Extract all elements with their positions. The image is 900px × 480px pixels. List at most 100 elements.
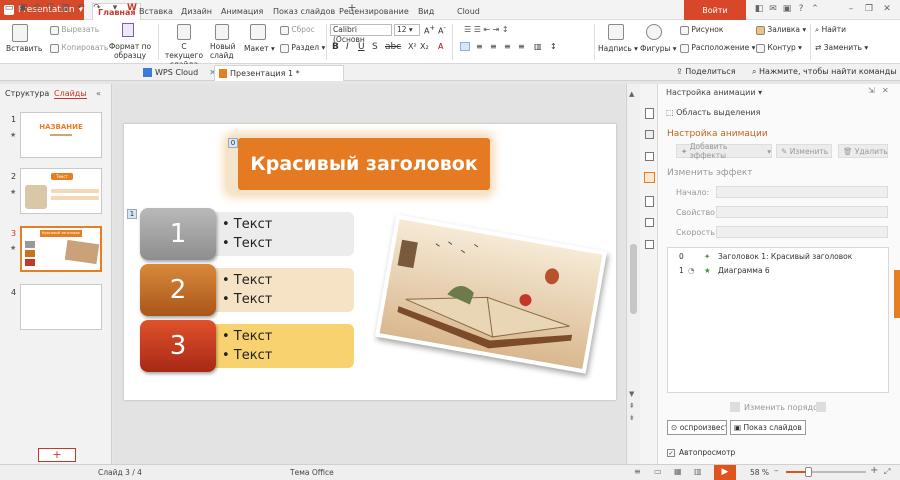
close-icon[interactable]: ✕ [882,4,892,14]
vertical-scrollbar[interactable]: ▲ ▼ ⇞ ⇟ [626,84,640,464]
arrange-button[interactable]: Расположение ▾ [680,43,755,53]
change-button[interactable]: ✎ Изменить [776,144,832,158]
slide[interactable]: Красивый заголовок 0 1 • Текст • Текст 1 … [124,124,616,400]
share-button[interactable]: ⇪ Поделиться [676,67,736,76]
new-slide-button[interactable]: Новый слайд [210,42,238,60]
section-button[interactable]: Раздел ▾ [280,43,325,53]
help-icon[interactable]: ? [796,4,806,14]
underline-icon[interactable]: U [358,42,365,52]
slide-thumbnail-3[interactable]: Красивый заголовок [20,226,102,272]
tab-slides[interactable]: Слайды [54,89,87,99]
close-pane-icon[interactable]: « [96,89,101,98]
find-button[interactable]: ⌕ Найти [815,25,846,34]
minimize-icon[interactable]: – [846,4,856,14]
property-select[interactable] [716,206,888,218]
bullets-icon[interactable]: ☰ ☰ ⇤ ⇥ ↕ [464,25,509,34]
tab-structure[interactable]: Структура [5,89,49,98]
tab-design[interactable]: Дизайн [176,3,217,20]
animation-item[interactable]: Диаграмма 6 [718,266,770,275]
reading-view-icon[interactable]: ▥ [694,467,702,476]
backup-icon[interactable] [645,240,654,249]
font-size-select[interactable]: 12 ▾ [394,24,420,36]
skin-icon[interactable]: ◧ [754,4,764,14]
strikethrough-icon[interactable]: abc [385,42,401,52]
scroll-down-icon[interactable]: ▼ [629,390,634,398]
chevron-down-icon[interactable]: ▾ [110,3,120,13]
pin-icon[interactable]: ⇲ [868,86,875,95]
zoom-slider-thumb[interactable] [805,467,812,477]
text-direction-icon[interactable]: ↕ [550,42,557,51]
play-button[interactable]: ⊙ оспроизвест [667,420,727,435]
wps-cloud-tab[interactable]: WPS Cloud ✕ [143,64,216,81]
move-down-icon[interactable] [816,402,826,412]
grow-font-icon[interactable]: A+ [424,24,435,36]
bold-icon[interactable]: B [332,42,339,52]
tab-slideshow[interactable]: Показ слайдов [268,3,340,20]
book-picture[interactable] [374,214,608,374]
reset-button[interactable]: Сброс [280,25,315,35]
add-slide-button[interactable]: + [38,448,76,462]
new-document-icon[interactable] [645,108,654,119]
font-name-select[interactable]: Calibri (Основн [330,24,392,44]
distribute-icon[interactable]: ≡ [518,42,525,51]
align-left-icon[interactable] [460,42,470,51]
open-icon[interactable]: ▭ [4,3,14,13]
paste-button[interactable]: Вставить [6,44,42,53]
font-color-icon[interactable]: A [438,42,443,51]
slideshow-button[interactable]: ▣ Показ слайдов [730,420,806,435]
tab-review[interactable]: Рецензирование [334,3,414,20]
animation-item[interactable]: Заголовок 1: Красивый заголовок [718,252,852,261]
slide-thumbnail-2[interactable]: Текст [20,168,102,214]
zoom-in-icon[interactable]: + [870,465,878,476]
mail-icon[interactable]: ✉ [768,4,778,14]
redo-icon[interactable]: ↷ [92,3,102,13]
print-icon[interactable]: ⎘ [46,3,56,13]
export-icon[interactable]: ⎙ [32,3,42,13]
chat-icon[interactable]: ▣ [782,4,792,14]
scroll-thumb[interactable] [630,244,637,314]
slide-transition-icon[interactable] [645,152,654,161]
slide-thumbnail-4[interactable] [20,284,102,330]
selection-area-link[interactable]: ⬚ Область выделения [666,108,760,117]
tab-animation[interactable]: Анимация [216,3,268,20]
close-pane-icon[interactable]: ✕ [882,86,889,95]
tab-insert[interactable]: Вставка [134,3,178,20]
format-painter-button[interactable]: Формат по образцу [108,42,152,60]
superscript-icon[interactable]: X² [408,42,417,51]
animation-pane-icon[interactable] [644,172,655,183]
normal-view-icon[interactable]: ▭ [654,467,662,476]
fit-window-icon[interactable]: ⤢ [884,467,890,477]
layout-button[interactable]: Макет ▾ [244,44,275,53]
notes-icon[interactable]: ≡ [634,467,641,476]
scroll-up-icon[interactable]: ▲ [629,90,634,98]
shrink-font-icon[interactable]: A- [438,24,446,36]
outline-button[interactable]: Контур ▾ [756,43,802,53]
picture-button[interactable]: Рисунок [680,25,723,35]
pane-title[interactable]: Настройка анимации ▾ [666,88,762,97]
italic-icon[interactable]: I [346,42,349,52]
add-effects-button[interactable]: ✦ Добавить эффекты ▾ [676,142,772,160]
columns-icon[interactable]: ▥ [534,42,542,51]
pane-collapse-handle[interactable] [894,270,900,318]
autopreview-checkbox[interactable]: ✓ Автопросмотр [667,448,735,457]
next-slide-icon[interactable]: ⇟ [629,414,635,422]
new-tab-plus-icon[interactable]: + [347,2,357,13]
subscript-icon[interactable]: X₂ [420,42,429,51]
replace-button[interactable]: ⇄ Заменить ▾ [815,43,868,52]
undo-icon[interactable]: ↶ [76,3,86,13]
zoom-out-icon[interactable]: – [774,466,779,476]
document-tab[interactable]: Презентация 1 * [214,65,344,81]
justify-icon[interactable]: ≡ [504,42,511,51]
preview-icon[interactable]: ▤ [60,3,70,13]
shadow-icon[interactable]: S [372,42,378,52]
slide-title[interactable]: Красивый заголовок [238,138,490,190]
previous-slide-icon[interactable]: ⇞ [629,402,635,410]
wps-logo-icon[interactable]: W [127,3,137,13]
copy-button[interactable]: Копировать [50,43,108,53]
sorter-view-icon[interactable]: ▦ [674,467,682,476]
textbox-button[interactable]: Надпись ▾ [598,44,638,53]
command-search[interactable]: ⌕ Нажмите, чтобы найти команды [752,67,897,77]
align-center-icon[interactable]: ≡ [476,42,483,51]
properties-icon[interactable] [645,196,654,207]
tab-view[interactable]: Вид [413,3,439,20]
